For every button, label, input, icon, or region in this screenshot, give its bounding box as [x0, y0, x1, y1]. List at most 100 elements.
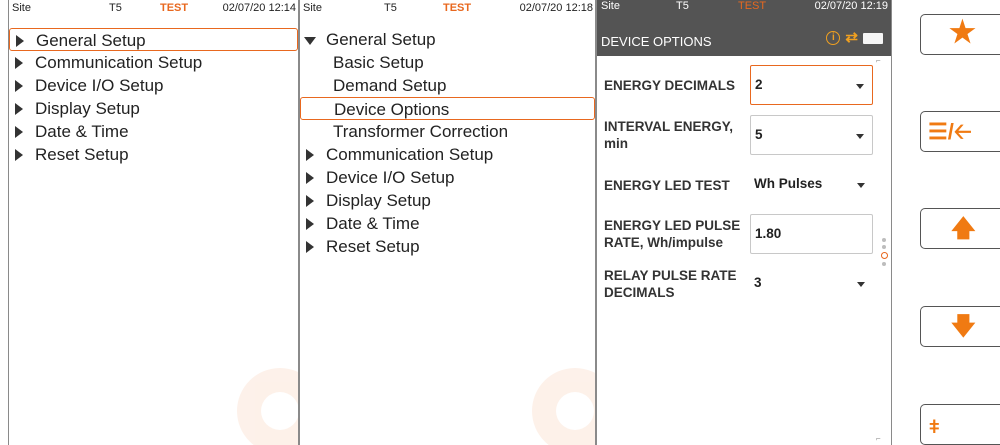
interval-energy-select[interactable]: 5 [750, 115, 873, 155]
site-label: Site [601, 0, 620, 12]
status-bar: Site T5 TEST 02/07/20 12:19 [597, 0, 891, 14]
menu-item-label: General Setup [36, 31, 146, 50]
menu-item-date-time[interactable]: Date & Time [9, 120, 298, 143]
menu-item-label: Communication Setup [35, 53, 203, 72]
device-tag: T5 [676, 0, 689, 12]
info-icon[interactable]: i [826, 31, 841, 45]
menu-item-label: Device Options [334, 100, 450, 119]
menu-item-label: Date & Time [35, 122, 129, 141]
menu-item-label: Display Setup [35, 99, 140, 118]
battery-icon [863, 32, 883, 44]
arrow-down-icon: 🡇 [951, 313, 976, 340]
mode-indicator: TEST [738, 0, 767, 12]
expand-arrow-icon [306, 195, 314, 207]
setup-menu: General Setup Communication Setup Device… [9, 28, 298, 166]
favorites-button[interactable]: ★ [920, 14, 1000, 55]
page-dot [882, 262, 886, 266]
menu-item-communication-setup[interactable]: Communication Setup [300, 143, 595, 166]
menu-item-label: Date & Time [326, 214, 420, 233]
mode-indicator: TEST [443, 2, 472, 14]
expand-arrow-icon [15, 103, 23, 115]
menu-item-label: General Setup [326, 30, 436, 49]
menu-item-reset-setup[interactable]: Reset Setup [300, 235, 595, 258]
device-tag: T5 [109, 2, 122, 14]
page-dot [882, 238, 886, 242]
page-header: DEVICE OPTIONS i ⇄ [597, 14, 891, 56]
chevron-down-icon [857, 183, 865, 188]
page-dot-active [880, 252, 888, 259]
screen-main-menu: Site T5 TEST 02/07/20 12:14 General Setu… [8, 0, 299, 445]
menu-item-display-setup[interactable]: Display Setup [300, 189, 595, 212]
page-dot [882, 245, 886, 249]
menu-item-device-io-setup[interactable]: Device I/O Setup [300, 166, 595, 189]
energy-decimals-select[interactable]: 2 [750, 65, 873, 105]
screen-device-options: Site T5 TEST 02/07/20 12:19 DEVICE OPTIO… [596, 0, 892, 445]
setup-menu: General Setup Basic Setup Demand Setup D… [300, 28, 595, 258]
energy-led-test-select[interactable]: Wh Pulses [750, 165, 873, 205]
menu-item-reset-setup[interactable]: Reset Setup [9, 143, 298, 166]
chevron-down-icon [856, 134, 864, 139]
down-button[interactable]: 🡇 [920, 306, 1000, 347]
scroll-corner-icon: ⌐ [876, 56, 881, 65]
chevron-down-icon [857, 282, 865, 287]
energy-led-pulse-rate-input[interactable]: 1.80 [750, 214, 873, 254]
expand-arrow-icon [15, 126, 23, 138]
header-icons: i ⇄ [826, 29, 883, 46]
expand-arrow-icon [15, 57, 23, 69]
site-label: Site [12, 2, 31, 14]
star-icon: ★ [949, 16, 976, 49]
field-value: 1.80 [755, 226, 782, 241]
clock: 02/07/20 12:19 [814, 0, 888, 12]
field-value: Wh Pulses [754, 176, 823, 191]
field-value: 5 [755, 127, 763, 142]
menu-back-button[interactable]: ☰/🡠 [920, 111, 1000, 152]
menu-item-device-options[interactable]: Device Options [300, 97, 595, 120]
field-label: ENERGY LED PULSE RATE, Wh/impulse [604, 218, 741, 250]
field-label: ENERGY DECIMALS [604, 78, 736, 93]
gear-watermark-icon [237, 368, 298, 445]
menu-item-label: Basic Setup [333, 53, 424, 72]
site-label: Site [303, 2, 322, 14]
menu-item-device-io-setup[interactable]: Device I/O Setup [9, 74, 298, 97]
status-bar: Site T5 TEST 02/07/20 12:18 [300, 0, 595, 20]
menu-item-communication-setup[interactable]: Communication Setup [9, 51, 298, 74]
expand-arrow-icon [306, 241, 314, 253]
field-value: 3 [754, 275, 762, 290]
device-glyph-icon: ǂ [929, 417, 940, 437]
expand-arrow-icon [15, 80, 23, 92]
menu-item-label: Reset Setup [35, 145, 129, 164]
menu-item-label: Reset Setup [326, 237, 420, 256]
field-label: ENERGY LED TEST [604, 178, 730, 193]
menu-item-label: Transformer Correction [333, 122, 509, 141]
arrow-up-icon: 🡅 [951, 215, 976, 242]
expand-arrow-icon [16, 35, 24, 47]
expand-arrow-icon [15, 149, 23, 161]
menu-item-general-setup[interactable]: General Setup [9, 28, 298, 51]
field-value: 2 [755, 77, 763, 92]
screen-general-setup-menu: Site T5 TEST 02/07/20 12:18 General Setu… [299, 0, 596, 445]
expand-arrow-icon [306, 149, 314, 161]
mode-indicator: TEST [160, 2, 189, 14]
menu-item-label: Display Setup [326, 191, 431, 210]
menu-item-label: Demand Setup [333, 76, 447, 95]
page-indicator[interactable] [880, 238, 888, 269]
chevron-down-icon [856, 84, 864, 89]
menu-item-general-setup[interactable]: General Setup [300, 28, 595, 51]
menu-item-label: Device I/O Setup [35, 76, 164, 95]
device-settings-button[interactable]: ǂ [920, 404, 1000, 445]
communication-arrows-icon: ⇄ [845, 29, 858, 46]
clock: 02/07/20 12:14 [222, 2, 296, 14]
field-label: RELAY PULSE RATE DECIMALS [604, 268, 737, 300]
menu-item-transformer-correction[interactable]: Transformer Correction [300, 120, 595, 143]
menu-item-display-setup[interactable]: Display Setup [9, 97, 298, 120]
relay-pulse-rate-decimals-select[interactable]: 3 [750, 264, 873, 304]
expand-arrow-icon [306, 172, 314, 184]
menu-back-icon: ☰/🡠 [928, 119, 972, 144]
up-button[interactable]: 🡅 [920, 208, 1000, 249]
menu-item-basic-setup[interactable]: Basic Setup [300, 51, 595, 74]
field-label: INTERVAL ENERGY, min [604, 119, 734, 151]
menu-item-date-time[interactable]: Date & Time [300, 212, 595, 235]
menu-item-demand-setup[interactable]: Demand Setup [300, 74, 595, 97]
page-title: DEVICE OPTIONS [601, 34, 712, 49]
device-tag: T5 [384, 2, 397, 14]
